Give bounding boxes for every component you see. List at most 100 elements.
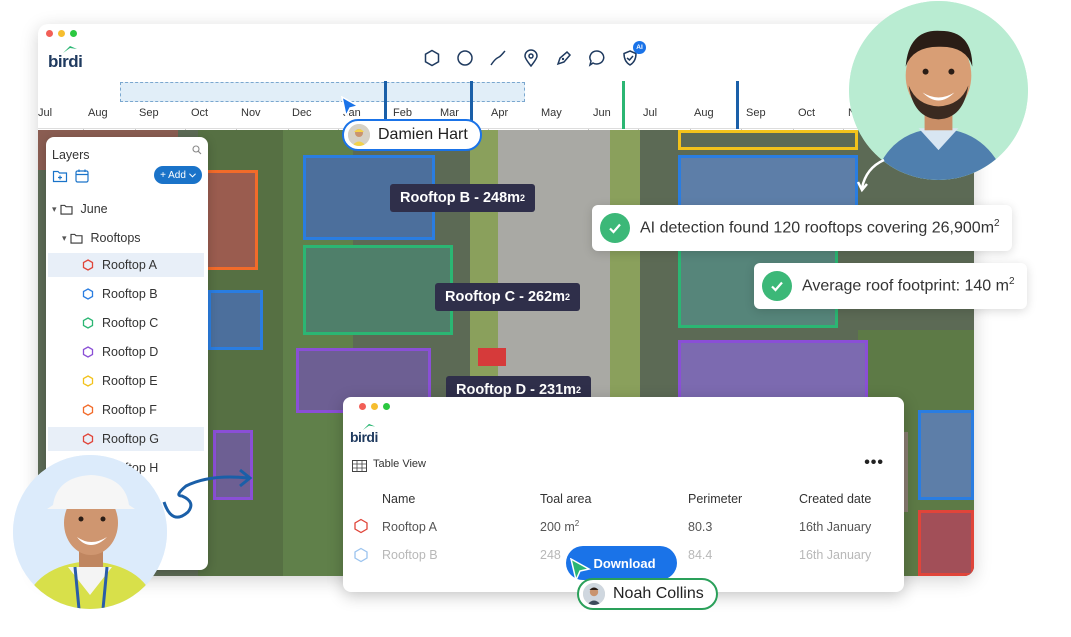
tree-folder-june[interactable]: ▾ June <box>48 197 204 221</box>
month-label[interactable]: Nov <box>241 107 261 119</box>
month-label[interactable]: Mar <box>440 107 459 119</box>
footprint-notice: Average roof footprint: 140 m2 <box>754 263 1027 309</box>
rooftop-outline[interactable] <box>678 130 858 150</box>
rooftop-outline[interactable] <box>208 290 263 350</box>
user-avatar <box>583 583 605 605</box>
circle-tool-icon[interactable] <box>455 48 474 67</box>
layers-toolbar <box>52 168 90 184</box>
layer-item-rooftop-c[interactable]: Rooftop C <box>48 311 204 335</box>
caret-down-icon[interactable]: ▾ <box>52 204 57 215</box>
column-header-name[interactable]: Name <box>382 492 415 506</box>
month-label[interactable]: Sep <box>139 107 159 119</box>
measurement-superscript: 2 <box>565 292 571 302</box>
tree-folder-label: June <box>80 202 108 216</box>
layer-label: Rooftop D <box>102 345 159 359</box>
download-label: Download <box>593 555 656 571</box>
minimize-window-dot[interactable] <box>58 30 65 37</box>
hexagon-icon <box>82 288 94 300</box>
table-cell-area: 200 m2 <box>540 519 580 535</box>
timeline[interactable]: Jul Aug Sep Oct Nov Dec Jan Feb Mar Apr … <box>38 81 974 155</box>
pen-tool-icon[interactable] <box>554 48 573 67</box>
comment-tool-icon[interactable] <box>587 48 606 67</box>
rooftop-outline[interactable] <box>918 410 974 500</box>
birdi-logo-mark-icon <box>63 46 77 53</box>
month-label[interactable]: Jul <box>643 107 657 119</box>
tree-folder-rooftops[interactable]: ▾ Rooftops <box>48 226 204 250</box>
rooftop-c-outline[interactable] <box>303 245 453 335</box>
check-circle-icon <box>762 271 792 301</box>
birdi-logo: birdi <box>350 422 378 444</box>
layer-label: Rooftop A <box>102 258 157 272</box>
person-photo <box>849 1 1028 180</box>
month-label[interactable]: Feb <box>393 107 412 119</box>
connector-arrow-icon <box>856 158 885 193</box>
hexagon-icon <box>82 375 94 387</box>
month-label[interactable]: Apr <box>491 107 508 119</box>
table-cell-area: 248 <box>540 548 561 562</box>
month-label[interactable]: Jul <box>38 107 52 119</box>
month-label[interactable]: Oct <box>798 107 815 119</box>
close-window-dot[interactable] <box>359 403 366 410</box>
table-cell-perimeter: 84.4 <box>688 548 713 562</box>
month-label[interactable]: May <box>541 107 562 119</box>
layer-item-rooftop-e[interactable]: Rooftop E <box>48 369 204 393</box>
layer-item-rooftop-a[interactable]: Rooftop A <box>48 253 204 277</box>
search-icon[interactable] <box>192 145 202 155</box>
measurement-text: Rooftop C - 262m <box>445 289 566 305</box>
hexagon-icon <box>82 317 94 329</box>
user-name: Noah Collins <box>613 585 704 602</box>
timeline-capture-marker[interactable] <box>736 81 739 129</box>
month-label[interactable]: Dec <box>292 107 312 119</box>
layers-title: Layers <box>52 148 90 162</box>
layer-item-rooftop-f[interactable]: Rooftop F <box>48 398 204 422</box>
table-view-title: Table View <box>373 458 426 470</box>
rooftop-b-measurement[interactable]: Rooftop B - 248m 2 <box>390 184 536 212</box>
timeline-selection-range[interactable] <box>120 82 525 102</box>
hexagon-icon <box>82 259 94 271</box>
layer-item-rooftop-b[interactable]: Rooftop B <box>48 282 204 306</box>
column-header-area[interactable]: Toal area <box>540 492 591 506</box>
table-cell-name[interactable]: Rooftop B <box>382 548 438 562</box>
column-header-perimeter[interactable]: Perimeter <box>688 492 742 506</box>
month-label[interactable]: Jun <box>593 107 611 119</box>
layer-item-rooftop-d[interactable]: Rooftop D <box>48 340 204 364</box>
month-label[interactable]: Sep <box>746 107 766 119</box>
rooftop-outline[interactable] <box>918 510 974 576</box>
more-options-icon[interactable]: ••• <box>864 454 884 472</box>
minimize-window-dot[interactable] <box>371 403 378 410</box>
month-label[interactable]: Aug <box>88 107 108 119</box>
person-photo <box>13 455 167 609</box>
birdi-logo-mark-icon <box>362 423 376 430</box>
column-header-created[interactable]: Created date <box>799 492 871 506</box>
maximize-window-dot[interactable] <box>70 30 77 37</box>
user-tag-noah: Noah Collins <box>577 578 718 610</box>
maximize-window-dot[interactable] <box>383 403 390 410</box>
pin-tool-icon[interactable] <box>521 48 540 67</box>
measurement-text: Rooftop B - 248m <box>400 190 521 206</box>
ai-shield-tool-icon[interactable]: AI <box>620 41 646 67</box>
notice-superscript: 2 <box>1008 276 1015 288</box>
month-label[interactable]: Aug <box>694 107 714 119</box>
check-circle-icon <box>600 213 630 243</box>
table-cell-created: 16th January <box>799 548 872 562</box>
rooftop-c-measurement[interactable]: Rooftop C - 262m 2 <box>435 283 581 311</box>
add-folder-icon[interactable] <box>52 168 68 184</box>
layer-item-rooftop-g[interactable]: Rooftop G <box>48 427 204 451</box>
drawing-toolbar: AI <box>422 41 646 67</box>
add-layer-button[interactable]: + Add <box>154 166 202 184</box>
table-cell-name[interactable]: Rooftop A <box>382 520 437 534</box>
collaborator-avatar <box>849 1 1028 180</box>
month-label[interactable]: Oct <box>191 107 208 119</box>
polygon-tool-icon[interactable] <box>422 48 441 67</box>
caret-down-icon[interactable]: ▾ <box>62 233 67 244</box>
cursor-pointer-icon <box>341 96 360 118</box>
logo-text: birdi <box>350 429 378 445</box>
screen: birdi AI Jul Aug Sep Oct Nov Dec Jan Feb… <box>0 0 1071 637</box>
tree-folder-label: Rooftops <box>90 231 141 245</box>
timeline-current-marker[interactable] <box>622 81 625 129</box>
line-tool-icon[interactable] <box>488 48 507 67</box>
folder-icon <box>69 233 83 244</box>
hexagon-icon <box>82 346 94 358</box>
calendar-icon[interactable] <box>74 168 90 184</box>
close-window-dot[interactable] <box>46 30 53 37</box>
